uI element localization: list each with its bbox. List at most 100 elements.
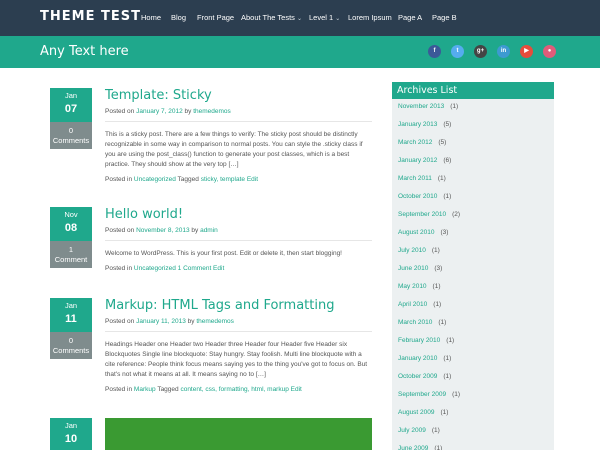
nav-item-about-the-tests[interactable]: About The Tests ⌄	[241, 13, 302, 22]
archive-item[interactable]: June 2010 (3)	[398, 265, 442, 272]
nav-item-level-1[interactable]: Level 1 ⌄	[309, 13, 340, 22]
post-footer: Posted in Markup Tagged content, css, fo…	[105, 386, 372, 393]
tags-links[interactable]: content, css, formatting, html, markup	[180, 386, 288, 393]
nav-item-lorem-ipsum[interactable]: Lorem Ipsum	[348, 13, 392, 22]
archive-link[interactable]: January 2010	[398, 355, 437, 362]
archive-link[interactable]: June 2009	[398, 445, 428, 450]
date-day: 07	[64, 103, 78, 115]
comments-count[interactable]: 1 Comment	[50, 241, 92, 268]
nav-item-label: About The Tests	[241, 13, 295, 22]
nav-item-blog[interactable]: Blog	[171, 13, 186, 22]
archive-link[interactable]: July 2010	[398, 247, 426, 254]
archive-item[interactable]: March 2011 (1)	[398, 175, 446, 182]
post-title[interactable]: Markup: HTML Tags and Formatting	[105, 298, 372, 313]
archive-item[interactable]: August 2010 (3)	[398, 229, 448, 236]
post: Hello world! Posted on November 8, 2013 …	[105, 207, 372, 272]
post-meta: Posted on January 11, 2013 by themedemos	[105, 318, 372, 325]
nav-item-label: Front Page	[197, 13, 235, 22]
archive-link[interactable]: January 2012	[398, 157, 437, 164]
archive-item[interactable]: March 2010 (1)	[398, 319, 446, 326]
comments-count[interactable]: 0 Comments	[50, 122, 92, 149]
nav-item-home[interactable]: Home	[141, 13, 161, 22]
archive-count: (1)	[432, 283, 441, 290]
archive-count: (2)	[452, 211, 461, 218]
archive-item[interactable]: July 2010 (1)	[398, 247, 440, 254]
comment-edit-links[interactable]: 1 Comment Edit	[178, 265, 225, 272]
archive-item[interactable]: January 2010 (1)	[398, 355, 451, 362]
author-link[interactable]: themedemos	[196, 318, 234, 325]
archive-item[interactable]: November 2013 (1)	[398, 103, 458, 110]
post-date-link[interactable]: January 11, 2013	[136, 318, 186, 325]
archive-link[interactable]: August 2010	[398, 229, 435, 236]
archive-item[interactable]: October 2009 (1)	[398, 373, 451, 380]
nav-item-page-a[interactable]: Page A	[398, 13, 422, 22]
archive-item[interactable]: April 2010 (1)	[398, 301, 441, 308]
category-link[interactable]: Uncategorized	[134, 265, 176, 272]
archive-link[interactable]: March 2010	[398, 319, 432, 326]
archive-link[interactable]: February 2010	[398, 337, 440, 344]
archive-link[interactable]: November 2013	[398, 103, 444, 110]
archive-item[interactable]: September 2010 (2)	[398, 211, 460, 218]
nav-item-page-b[interactable]: Page B	[432, 13, 457, 22]
archive-item[interactable]: June 2009 (1)	[398, 445, 442, 450]
post-date-link[interactable]: November 8, 2013	[136, 227, 189, 234]
archive-count: (3)	[434, 265, 443, 272]
divider	[105, 121, 372, 122]
author-link[interactable]: admin	[200, 227, 218, 234]
post-excerpt: Headings Header one Header two Header th…	[105, 341, 368, 378]
post: Template: Sticky Posted on January 7, 20…	[105, 88, 372, 183]
nav-item-label: Page A	[398, 13, 423, 22]
author-link[interactable]: themedemos	[193, 108, 231, 115]
archive-item[interactable]: September 2009 (1)	[398, 391, 460, 398]
facebook-glyph: f	[433, 48, 436, 54]
comments-count[interactable]: 0 Comments	[50, 332, 92, 359]
post-title[interactable]: Hello world!	[105, 207, 372, 222]
facebook-icon[interactable]: f	[428, 45, 441, 58]
archive-item[interactable]: October 2010 (1)	[398, 193, 451, 200]
category-link[interactable]: Uncategorized	[134, 176, 176, 183]
archive-link[interactable]: May 2010	[398, 283, 427, 290]
archive-link[interactable]: September 2010	[398, 211, 446, 218]
archive-link[interactable]: October 2009	[398, 373, 437, 380]
edit-link[interactable]: Edit	[291, 386, 302, 393]
archive-count: (1)	[443, 373, 452, 380]
google-plus-glyph: g+	[476, 48, 485, 54]
archive-count: (1)	[431, 247, 440, 254]
comments-label: Comments	[52, 136, 90, 145]
archive-link[interactable]: March 2012	[398, 139, 432, 146]
youtube-icon[interactable]: ▶	[520, 45, 533, 58]
archive-link[interactable]: July 2009	[398, 427, 426, 434]
google-plus-icon[interactable]: g+	[474, 45, 487, 58]
archive-link[interactable]: October 2010	[398, 193, 437, 200]
archive-link[interactable]: June 2010	[398, 265, 428, 272]
comments-label: Comments	[52, 346, 90, 355]
archive-item[interactable]: March 2012 (5)	[398, 139, 446, 146]
archive-item[interactable]: January 2012 (6)	[398, 157, 451, 164]
post-meta: Posted on January 7, 2012 by themedemos	[105, 108, 372, 115]
archive-link[interactable]: August 2009	[398, 409, 435, 416]
archive-item[interactable]: May 2010 (1)	[398, 283, 441, 290]
twitter-icon[interactable]: t	[451, 45, 464, 58]
archive-link[interactable]: September 2009	[398, 391, 446, 398]
archive-item[interactable]: February 2010 (1)	[398, 337, 454, 344]
archive-link[interactable]: April 2010	[398, 301, 427, 308]
archive-item[interactable]: July 2009 (1)	[398, 427, 440, 434]
site-logo[interactable]: THEME TEST	[40, 9, 141, 24]
category-link[interactable]: Markup	[134, 386, 156, 393]
nav-item-front-page[interactable]: Front Page	[197, 13, 234, 22]
linkedin-icon[interactable]: in	[497, 45, 510, 58]
nav-item-label: Blog	[171, 13, 187, 22]
post-date-box: Nov 08 1 Comment	[50, 207, 92, 268]
archive-item[interactable]: August 2009 (1)	[398, 409, 448, 416]
archive-link[interactable]: January 2013	[398, 121, 437, 128]
post-date-link[interactable]: January 7, 2012	[136, 108, 183, 115]
post-featured-image[interactable]	[105, 418, 372, 450]
post-title[interactable]: Template: Sticky	[105, 88, 372, 103]
tags-links[interactable]: sticky, template	[201, 176, 245, 183]
dribbble-icon[interactable]: ●	[543, 45, 556, 58]
edit-link[interactable]: Edit	[247, 176, 258, 183]
archive-link[interactable]: March 2011	[398, 175, 432, 182]
archive-count: (1)	[433, 301, 442, 308]
nav-item-label: Page B	[432, 13, 457, 22]
archive-item[interactable]: January 2013 (5)	[398, 121, 451, 128]
